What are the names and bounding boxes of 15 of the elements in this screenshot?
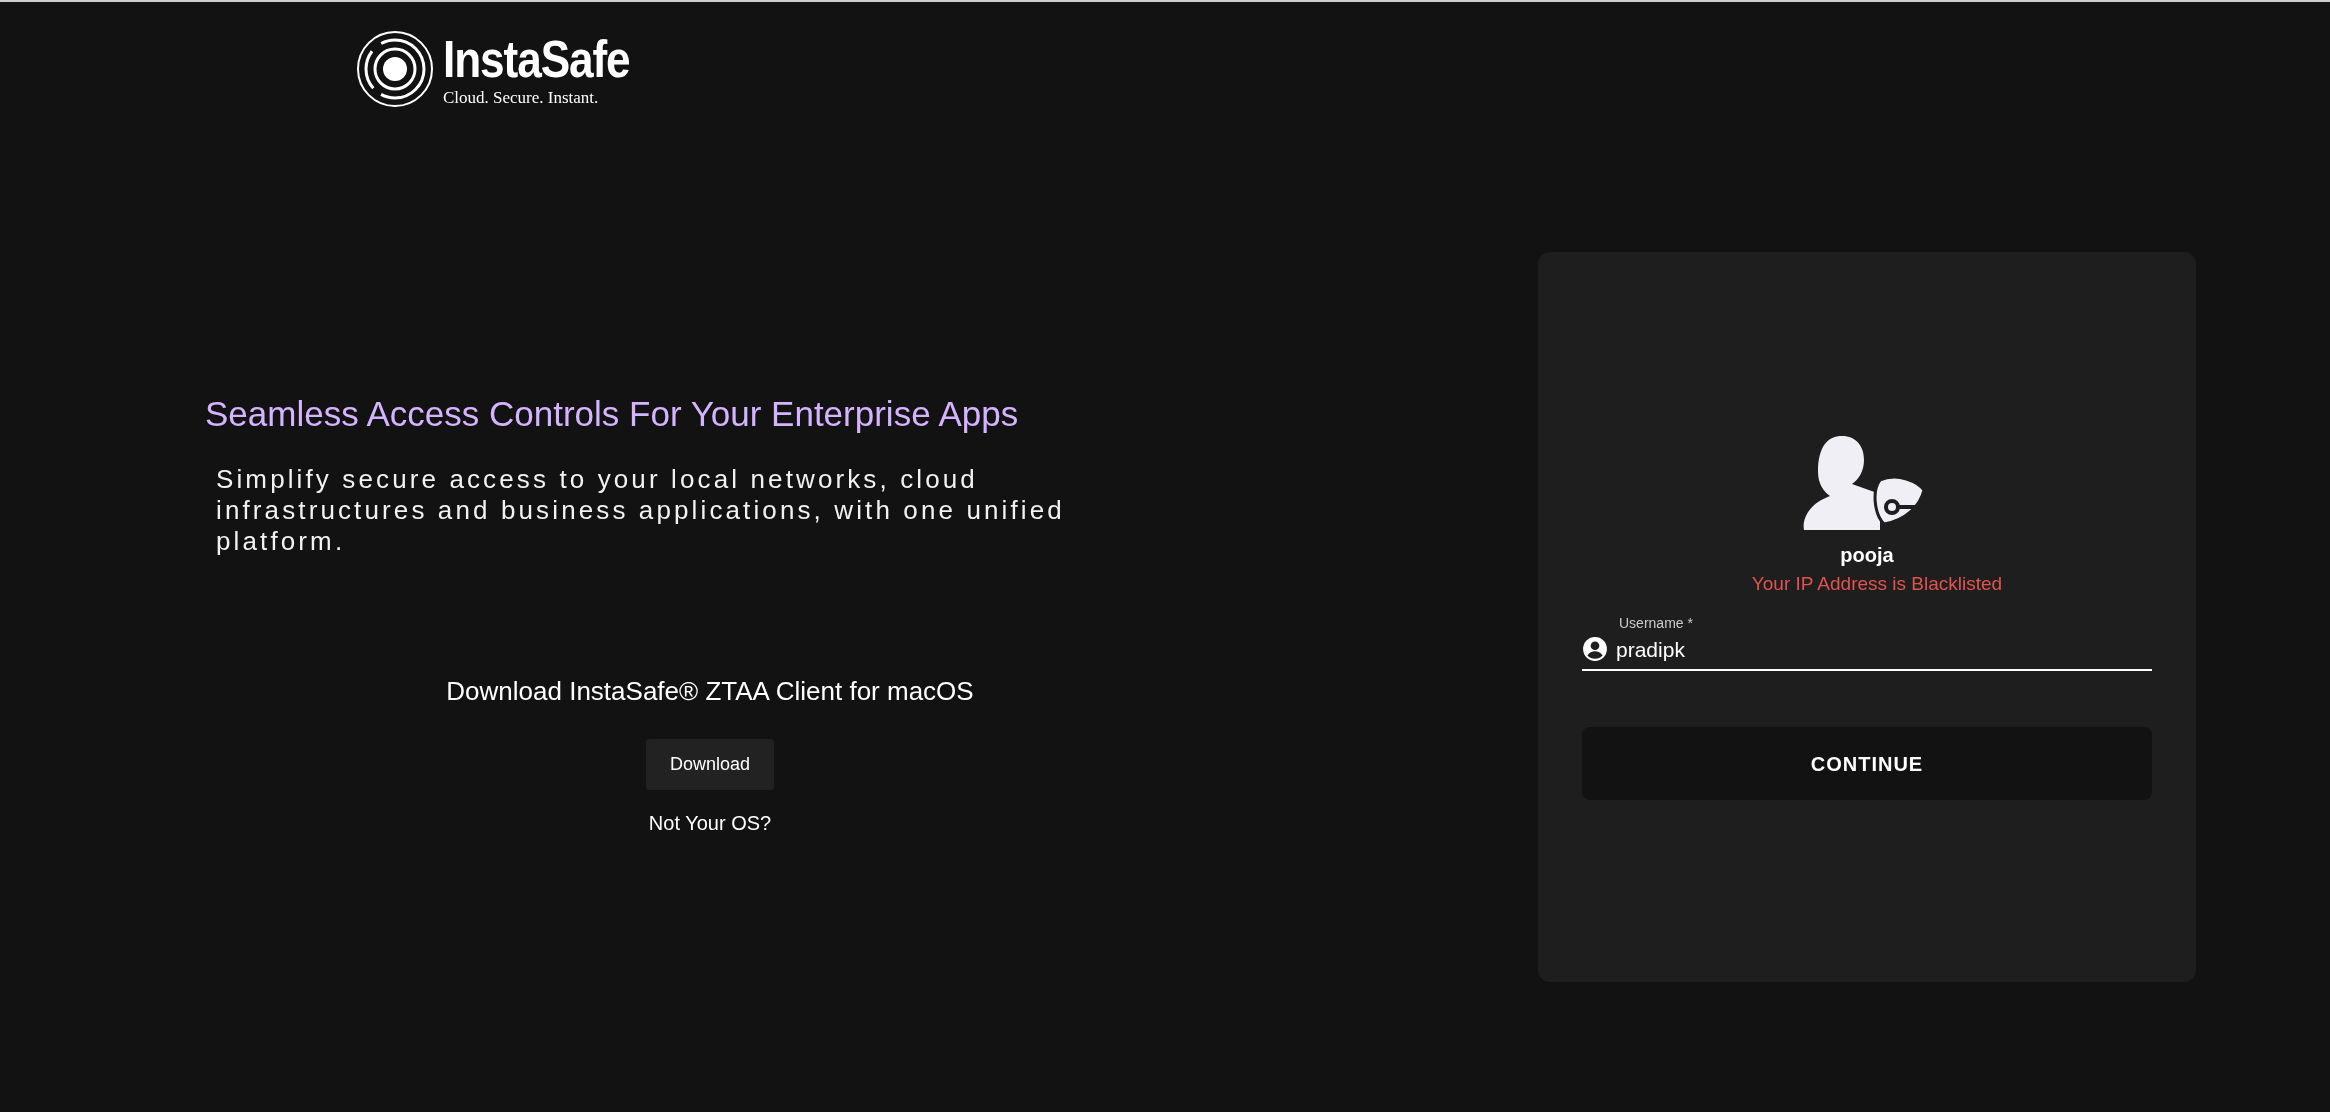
username-field[interactable]: Username * pradipk: [1582, 612, 2152, 671]
account-circle-icon: [1582, 636, 1608, 663]
not-your-os-link[interactable]: Not Your OS?: [648, 808, 772, 839]
hero-heading: Seamless Access Controls For Your Enterprise Apps: [205, 393, 1020, 435]
field-label: Username *: [1618, 613, 1694, 633]
logo-tagline: Cloud. Secure. Instant.: [443, 88, 600, 106]
error-message: Your IP Address is Blacklisted: [1751, 572, 2003, 596]
download-title: Download InstaSafe® ZTAA Client for macOS: [446, 675, 974, 709]
continue-button[interactable]: CONTINUE: [1582, 727, 2152, 800]
user-name: pooja: [1840, 543, 1894, 568]
download-button[interactable]: Download: [645, 739, 775, 791]
logo-rings-icon: [355, 29, 435, 109]
hero-description: Simplify secure access to your local networks, cloud infrastructures and business applications, with one unified platform.: [216, 463, 1066, 558]
logo-wordmark: InstaSafe: [443, 32, 630, 85]
username-input[interactable]: pradipk: [1616, 633, 2152, 665]
